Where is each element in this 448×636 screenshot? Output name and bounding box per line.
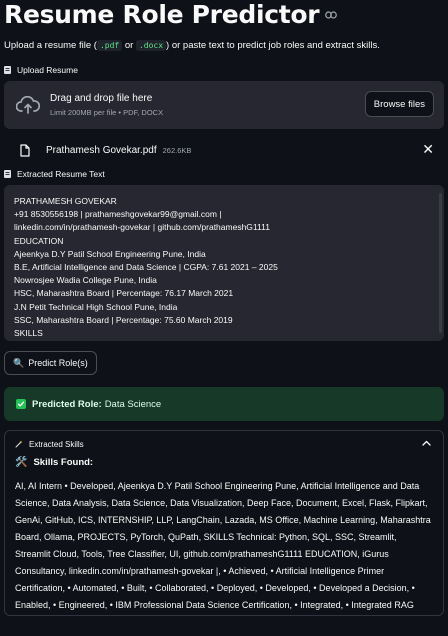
resume-text-line: EDUCATION: [14, 235, 64, 246]
predict-button-label: Predict Role(s): [28, 358, 88, 368]
file-dropzone[interactable]: Drag and drop file here Limit 200MB per …: [4, 81, 444, 129]
uploaded-file-name: Prathamesh Govekar.pdf: [46, 144, 157, 156]
resume-text-line: B.E, Artificial Intelligence and Data Sc…: [14, 262, 278, 273]
skills-list-text: AI, AI Intern • Developed, Ajeenkya D.Y …: [15, 481, 431, 610]
document-icon: [4, 66, 11, 74]
cloud-upload-icon: [14, 96, 42, 114]
textarea-scrollbar[interactable]: [439, 193, 442, 333]
resume-text-line: Nowrosjee Wadia College Pune, India: [14, 275, 157, 286]
docx-extension-code: .docx: [135, 40, 167, 51]
expander-header[interactable]: Extracted Skills: [5, 431, 443, 457]
page-subtitle: Upload a resume file (.pdf or .docx) or …: [4, 39, 444, 53]
resume-text-line: HSC, Maharashtra Board | Percentage: 76.…: [14, 288, 234, 299]
dropzone-hint: Limit 200MB per file • PDF, DOCX: [50, 108, 164, 117]
uploaded-file-row: Prathamesh Govekar.pdf 262.6KB ✕: [4, 133, 444, 167]
resume-text-line: J.N Petit Technical High School Pune, In…: [14, 301, 178, 312]
resume-text-line: PRATHAMESH GOVEKAR: [14, 196, 117, 206]
page-title-text: Resume Role Predictor: [4, 0, 320, 29]
extracted-section-label: Extracted Resume Text: [4, 169, 444, 179]
link-icon[interactable]: [325, 11, 338, 19]
skills-found-label: Skills Found:: [33, 457, 94, 468]
subtitle-text-3: ) or paste text to predict job roles and…: [166, 40, 380, 51]
page-title: Resume Role Predictor: [4, 0, 444, 30]
resume-text-line: +91 8530556198 | prathameshgovekar99@gma…: [14, 209, 222, 220]
dropzone-text: Drag and drop file here Limit 200MB per …: [50, 93, 163, 117]
app-main: Resume Role Predictor Upload a resume fi…: [4, 0, 444, 616]
extracted-label-text: Extracted Resume Text: [17, 169, 105, 179]
uploaded-file-size: 262.6KB: [162, 145, 192, 155]
file-icon: [20, 143, 30, 157]
predicted-role-alert: Predicted Role: Data Science: [4, 387, 444, 421]
resume-text-lines: PRATHAMESH GOVEKAR +91 8530556198 | prath…: [14, 195, 434, 340]
expander-label: Extracted Skills: [29, 439, 84, 449]
dropzone-title: Drag and drop file here: [50, 93, 153, 104]
extracted-skills-expander: Extracted Skills 🛠️ Skills Found: AI, AI…: [4, 430, 444, 616]
subtitle-text-2: or: [122, 40, 136, 51]
magnifier-icon: 🔍: [13, 357, 25, 368]
upload-label-text: Upload Resume: [17, 65, 78, 75]
predicted-role-label: Predicted Role:: [32, 398, 102, 410]
resume-text-line: linkedin.com/in/prathamesh-govekar | git…: [14, 222, 270, 233]
predict-roles-button[interactable]: 🔍 Predict Role(s): [4, 351, 97, 375]
resume-text-line: Ajeenkya D.Y Patil School Engineering Pu…: [14, 248, 206, 259]
document-icon: [4, 170, 11, 178]
close-icon[interactable]: ✕: [422, 141, 434, 158]
pdf-extension-code: .pdf: [96, 40, 123, 51]
browse-files-button[interactable]: Browse files: [364, 91, 434, 117]
checkmark-icon: [16, 399, 26, 409]
subtitle-text-1: Upload a resume file (: [4, 40, 97, 51]
magic-wand-icon: [15, 440, 23, 448]
resume-text-line: SKILLS: [14, 328, 43, 339]
tools-icon: 🛠️: [15, 457, 28, 468]
resume-text-line: SSC, Maharashtra Board | Percentage: 75.…: [14, 314, 233, 325]
resume-text-area[interactable]: PRATHAMESH GOVEKAR +91 8530556198 | prath…: [4, 185, 444, 341]
chevron-up-icon[interactable]: [422, 439, 431, 448]
predicted-role-value: Data Science: [104, 398, 162, 410]
skills-found-heading: 🛠️ Skills Found:: [5, 457, 443, 468]
upload-section-label: Upload Resume: [4, 65, 444, 75]
